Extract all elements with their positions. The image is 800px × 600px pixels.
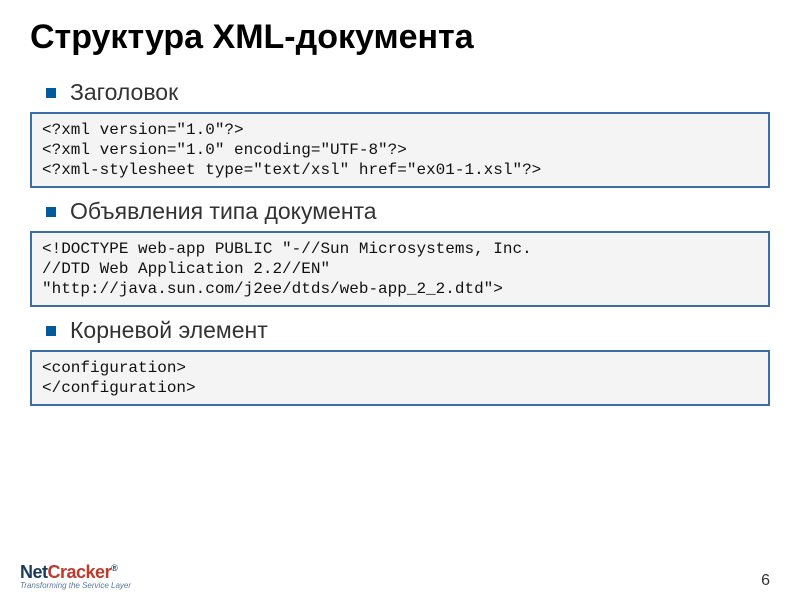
footer: NetCracker® Transforming the Service Lay… bbox=[20, 562, 770, 590]
bullet-icon bbox=[46, 326, 56, 336]
code-block-doctype: <!DOCTYPE web-app PUBLIC "-//Sun Microsy… bbox=[30, 231, 770, 307]
code-block-root: <configuration> </configuration> bbox=[30, 350, 770, 406]
bullet-item-doctype: Объявления типа документа bbox=[46, 198, 770, 225]
code-block-header: <?xml version="1.0"?> <?xml version="1.0… bbox=[30, 112, 770, 188]
logo-reg: ® bbox=[111, 563, 117, 573]
bullet-icon bbox=[46, 207, 56, 217]
slide-title: Структура XML-документа bbox=[0, 0, 800, 69]
bullet-label: Корневой элемент bbox=[70, 317, 268, 344]
bullet-icon bbox=[46, 88, 56, 98]
logo: NetCracker® Transforming the Service Lay… bbox=[20, 562, 131, 590]
logo-prefix: Net bbox=[20, 562, 48, 582]
bullet-label: Заголовок bbox=[70, 79, 178, 106]
bullet-item-header: Заголовок bbox=[46, 79, 770, 106]
slide-content: Заголовок <?xml version="1.0"?> <?xml ve… bbox=[0, 79, 800, 406]
logo-tagline: Transforming the Service Layer bbox=[20, 581, 131, 590]
logo-suffix: Cracker bbox=[48, 562, 112, 582]
bullet-item-root: Корневой элемент bbox=[46, 317, 770, 344]
logo-name: NetCracker® bbox=[20, 562, 131, 583]
bullet-label: Объявления типа документа bbox=[70, 198, 377, 225]
page-number: 6 bbox=[761, 572, 770, 590]
